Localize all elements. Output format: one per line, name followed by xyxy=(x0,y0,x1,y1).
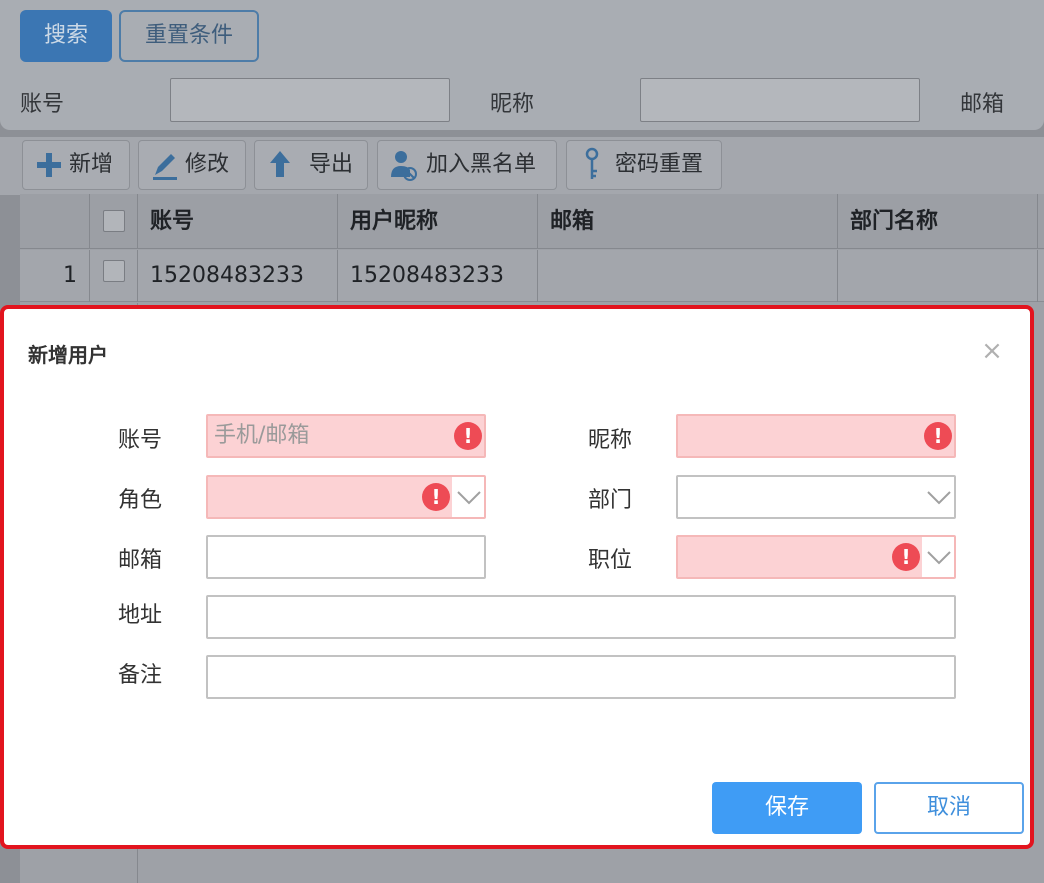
column-header-email[interactable]: 邮箱 xyxy=(538,194,838,249)
reset-password-label: 密码重置 xyxy=(615,152,704,177)
reset-conditions-button[interactable]: 重置条件 xyxy=(119,10,259,62)
exclamation-icon: ! xyxy=(892,543,920,571)
chevron-down-icon[interactable] xyxy=(924,477,954,517)
table-row[interactable]: 1 15208483233 15208483233 xyxy=(20,250,1044,302)
search-nickname-label: 昵称 xyxy=(490,92,535,117)
toolbar: 新增 修改 导出 加入黑名单 密码重置 xyxy=(0,137,1044,195)
row-checkbox[interactable] xyxy=(103,260,125,282)
role-label: 角色 xyxy=(118,488,163,513)
position-select[interactable]: ! xyxy=(676,535,956,579)
add-button-label: 新增 xyxy=(69,152,114,177)
department-label: 部门 xyxy=(588,488,633,513)
chevron-down-icon[interactable] xyxy=(454,477,484,517)
remark-input[interactable] xyxy=(206,655,956,699)
cancel-button[interactable]: 取消 xyxy=(874,782,1024,834)
column-header-department[interactable]: 部门名称 xyxy=(838,194,1038,249)
upload-arrow-icon xyxy=(270,151,290,177)
add-to-blacklist-label: 加入黑名单 xyxy=(426,152,537,177)
edit-button[interactable]: 修改 xyxy=(138,140,246,190)
error-fill xyxy=(208,477,452,517)
search-panel: 搜索 重置条件 账号 昵称 邮箱 xyxy=(0,0,1044,130)
add-to-blacklist-button[interactable]: 加入黑名单 xyxy=(377,140,557,190)
close-icon[interactable]: × xyxy=(978,337,1006,365)
department-select[interactable] xyxy=(676,475,956,519)
save-button[interactable]: 保存 xyxy=(712,782,862,834)
export-button-label: 导出 xyxy=(309,152,354,177)
search-nickname-input[interactable] xyxy=(640,78,920,122)
error-fill xyxy=(678,416,954,456)
table-header: 账号 用户昵称 邮箱 部门名称 xyxy=(20,194,1044,249)
search-account-input[interactable] xyxy=(170,78,450,122)
email-label: 邮箱 xyxy=(118,548,163,573)
user-block-icon xyxy=(391,151,417,181)
search-account-label: 账号 xyxy=(20,92,65,117)
row-nickname: 15208483233 xyxy=(338,250,538,302)
key-icon xyxy=(585,147,599,179)
add-user-dialog: 新增用户 × 账号 手机/邮箱 ! 昵称 ! 角色 ! 部门 邮箱 职位 ! 地… xyxy=(0,305,1034,849)
exclamation-icon: ! xyxy=(454,422,482,450)
add-button[interactable]: 新增 xyxy=(22,140,130,190)
select-all-cell xyxy=(90,194,138,249)
nickname-input[interactable]: ! xyxy=(676,414,956,458)
account-input[interactable]: 手机/邮箱 ! xyxy=(206,414,486,458)
role-select[interactable]: ! xyxy=(206,475,486,519)
pencil-icon xyxy=(153,154,177,180)
search-email-label: 邮箱 xyxy=(960,92,1005,117)
address-input[interactable] xyxy=(206,595,956,639)
exclamation-icon: ! xyxy=(422,483,450,511)
nickname-label: 昵称 xyxy=(588,428,633,453)
exclamation-icon: ! xyxy=(924,422,952,450)
email-input[interactable] xyxy=(206,535,486,579)
plus-icon xyxy=(37,153,61,177)
error-fill xyxy=(678,537,922,577)
column-header-account[interactable]: 账号 xyxy=(138,194,338,249)
address-label: 地址 xyxy=(118,603,163,628)
search-button[interactable]: 搜索 xyxy=(20,10,112,62)
edit-button-label: 修改 xyxy=(185,152,230,177)
column-header-nickname[interactable]: 用户昵称 xyxy=(338,194,538,249)
row-select-cell xyxy=(90,250,138,302)
remark-label: 备注 xyxy=(118,663,163,688)
reset-password-button[interactable]: 密码重置 xyxy=(566,140,722,190)
export-button[interactable]: 导出 xyxy=(254,140,368,190)
row-number: 1 xyxy=(20,250,90,302)
select-all-checkbox[interactable] xyxy=(103,210,125,232)
dialog-title: 新增用户 xyxy=(28,343,108,367)
row-number-header xyxy=(20,194,90,249)
account-placeholder: 手机/邮箱 xyxy=(214,423,310,448)
position-label: 职位 xyxy=(588,548,633,573)
row-email xyxy=(538,250,838,302)
account-label: 账号 xyxy=(118,428,163,453)
chevron-down-icon[interactable] xyxy=(924,537,954,577)
row-account: 15208483233 xyxy=(138,250,338,302)
row-department xyxy=(838,250,1038,302)
